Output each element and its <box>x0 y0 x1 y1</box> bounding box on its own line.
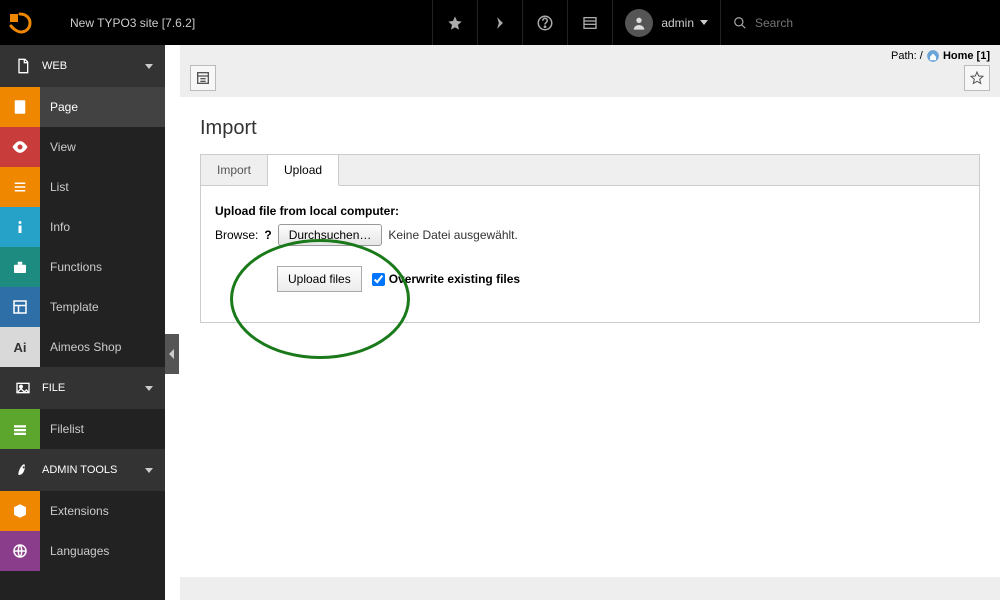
list-icon <box>0 167 40 207</box>
user-label: admin <box>661 16 694 30</box>
help-icon[interactable] <box>522 0 567 45</box>
sidebar-section-web[interactable]: WEB <box>0 45 165 87</box>
search-icon <box>733 16 747 30</box>
sidebar-item-label: Page <box>40 100 78 114</box>
sidebar-item-info[interactable]: Info <box>0 207 165 247</box>
content-area: Path: / Home [1] Import Import Upload Up… <box>180 45 1000 600</box>
docheader-button[interactable] <box>190 65 216 91</box>
sidebar-item-view[interactable]: View <box>0 127 165 167</box>
sidebar: WEB Page View List Info Functions Templa… <box>0 45 165 600</box>
overwrite-checkbox[interactable] <box>372 273 385 286</box>
tab-upload[interactable]: Upload <box>268 155 339 186</box>
site-title: New TYPO3 site [7.6.2] <box>40 16 432 30</box>
upload-heading: Upload file from local computer: <box>215 204 965 218</box>
home-page-icon <box>926 49 940 63</box>
sidebar-item-label: View <box>40 140 76 154</box>
sidebar-item-page[interactable]: Page <box>0 87 165 127</box>
tab-content-upload: Upload file from local computer: Browse:… <box>201 186 979 322</box>
sidebar-collapse-handle[interactable] <box>165 334 179 374</box>
globe-icon <box>0 531 40 571</box>
tabs: Import Upload <box>201 155 979 186</box>
chevron-down-icon <box>145 468 153 473</box>
topbar: New TYPO3 site [7.6.2] admin <box>0 0 1000 45</box>
sidebar-item-filelist[interactable]: Filelist <box>0 409 165 449</box>
path-prefix: Path: / <box>891 50 923 62</box>
typo3-logo[interactable] <box>0 0 40 45</box>
section-label: ADMIN TOOLS <box>42 464 117 476</box>
topbar-icons: admin <box>432 0 1000 45</box>
breadcrumb: Path: / Home [1] <box>180 45 1000 65</box>
section-label: WEB <box>42 60 67 72</box>
sidebar-item-label: Aimeos Shop <box>40 340 121 354</box>
info-icon <box>0 207 40 247</box>
page-icon <box>0 87 40 127</box>
sidebar-item-label: Extensions <box>40 504 109 518</box>
sidebar-item-extensions[interactable]: Extensions <box>0 491 165 531</box>
sidebar-item-label: Template <box>40 300 99 314</box>
filelist-icon <box>0 409 40 449</box>
upload-files-button[interactable]: Upload files <box>277 266 362 292</box>
toolbox-icon <box>0 247 40 287</box>
sidebar-item-template[interactable]: Template <box>0 287 165 327</box>
user-menu[interactable]: admin <box>612 0 720 45</box>
search-input[interactable] <box>755 16 955 30</box>
sidebar-section-file[interactable]: FILE <box>0 367 165 409</box>
sidebar-item-label: Filelist <box>40 422 84 436</box>
chevron-down-icon <box>145 64 153 69</box>
tab-import[interactable]: Import <box>201 155 268 185</box>
sidebar-item-label: Languages <box>40 544 109 558</box>
sidebar-item-functions[interactable]: Functions <box>0 247 165 287</box>
search-box[interactable] <box>720 0 1000 45</box>
sidebar-item-label: Info <box>40 220 70 234</box>
file-browse-button[interactable]: Durchsuchen… <box>278 224 383 246</box>
sidebar-item-label: List <box>40 180 69 194</box>
sidebar-item-list[interactable]: List <box>0 167 165 207</box>
cache-icon[interactable] <box>477 0 522 45</box>
main-body: Import Import Upload Upload file from lo… <box>180 97 1000 577</box>
template-icon <box>0 287 40 327</box>
aimeos-icon: Ai <box>0 327 40 367</box>
bookmark-button[interactable] <box>964 65 990 91</box>
document-icon <box>12 58 34 74</box>
eye-icon <box>0 127 40 167</box>
page-title: Import <box>180 117 1000 154</box>
path-home[interactable]: Home [1] <box>943 50 990 62</box>
tabs-container: Import Upload Upload file from local com… <box>200 154 980 323</box>
chevron-down-icon <box>145 386 153 391</box>
sidebar-item-aimeos[interactable]: Ai Aimeos Shop <box>0 327 165 367</box>
rocket-icon <box>12 462 34 478</box>
section-label: FILE <box>42 382 65 394</box>
doc-toolbar <box>180 65 1000 97</box>
no-file-text: Keine Datei ausgewählt. <box>388 228 517 242</box>
avatar-icon <box>625 9 653 37</box>
chevron-down-icon <box>700 20 708 25</box>
overwrite-row[interactable]: Overwrite existing files <box>372 272 520 286</box>
sidebar-item-label: Functions <box>40 260 102 274</box>
box-icon <box>0 491 40 531</box>
browse-label: Browse: <box>215 228 258 242</box>
application-icon[interactable] <box>567 0 612 45</box>
image-icon <box>12 380 34 396</box>
overwrite-label: Overwrite existing files <box>389 272 520 286</box>
sidebar-item-languages[interactable]: Languages <box>0 531 165 571</box>
help-marker[interactable]: ? <box>264 228 271 242</box>
sidebar-section-admin[interactable]: ADMIN TOOLS <box>0 449 165 491</box>
bookmark-icon[interactable] <box>432 0 477 45</box>
